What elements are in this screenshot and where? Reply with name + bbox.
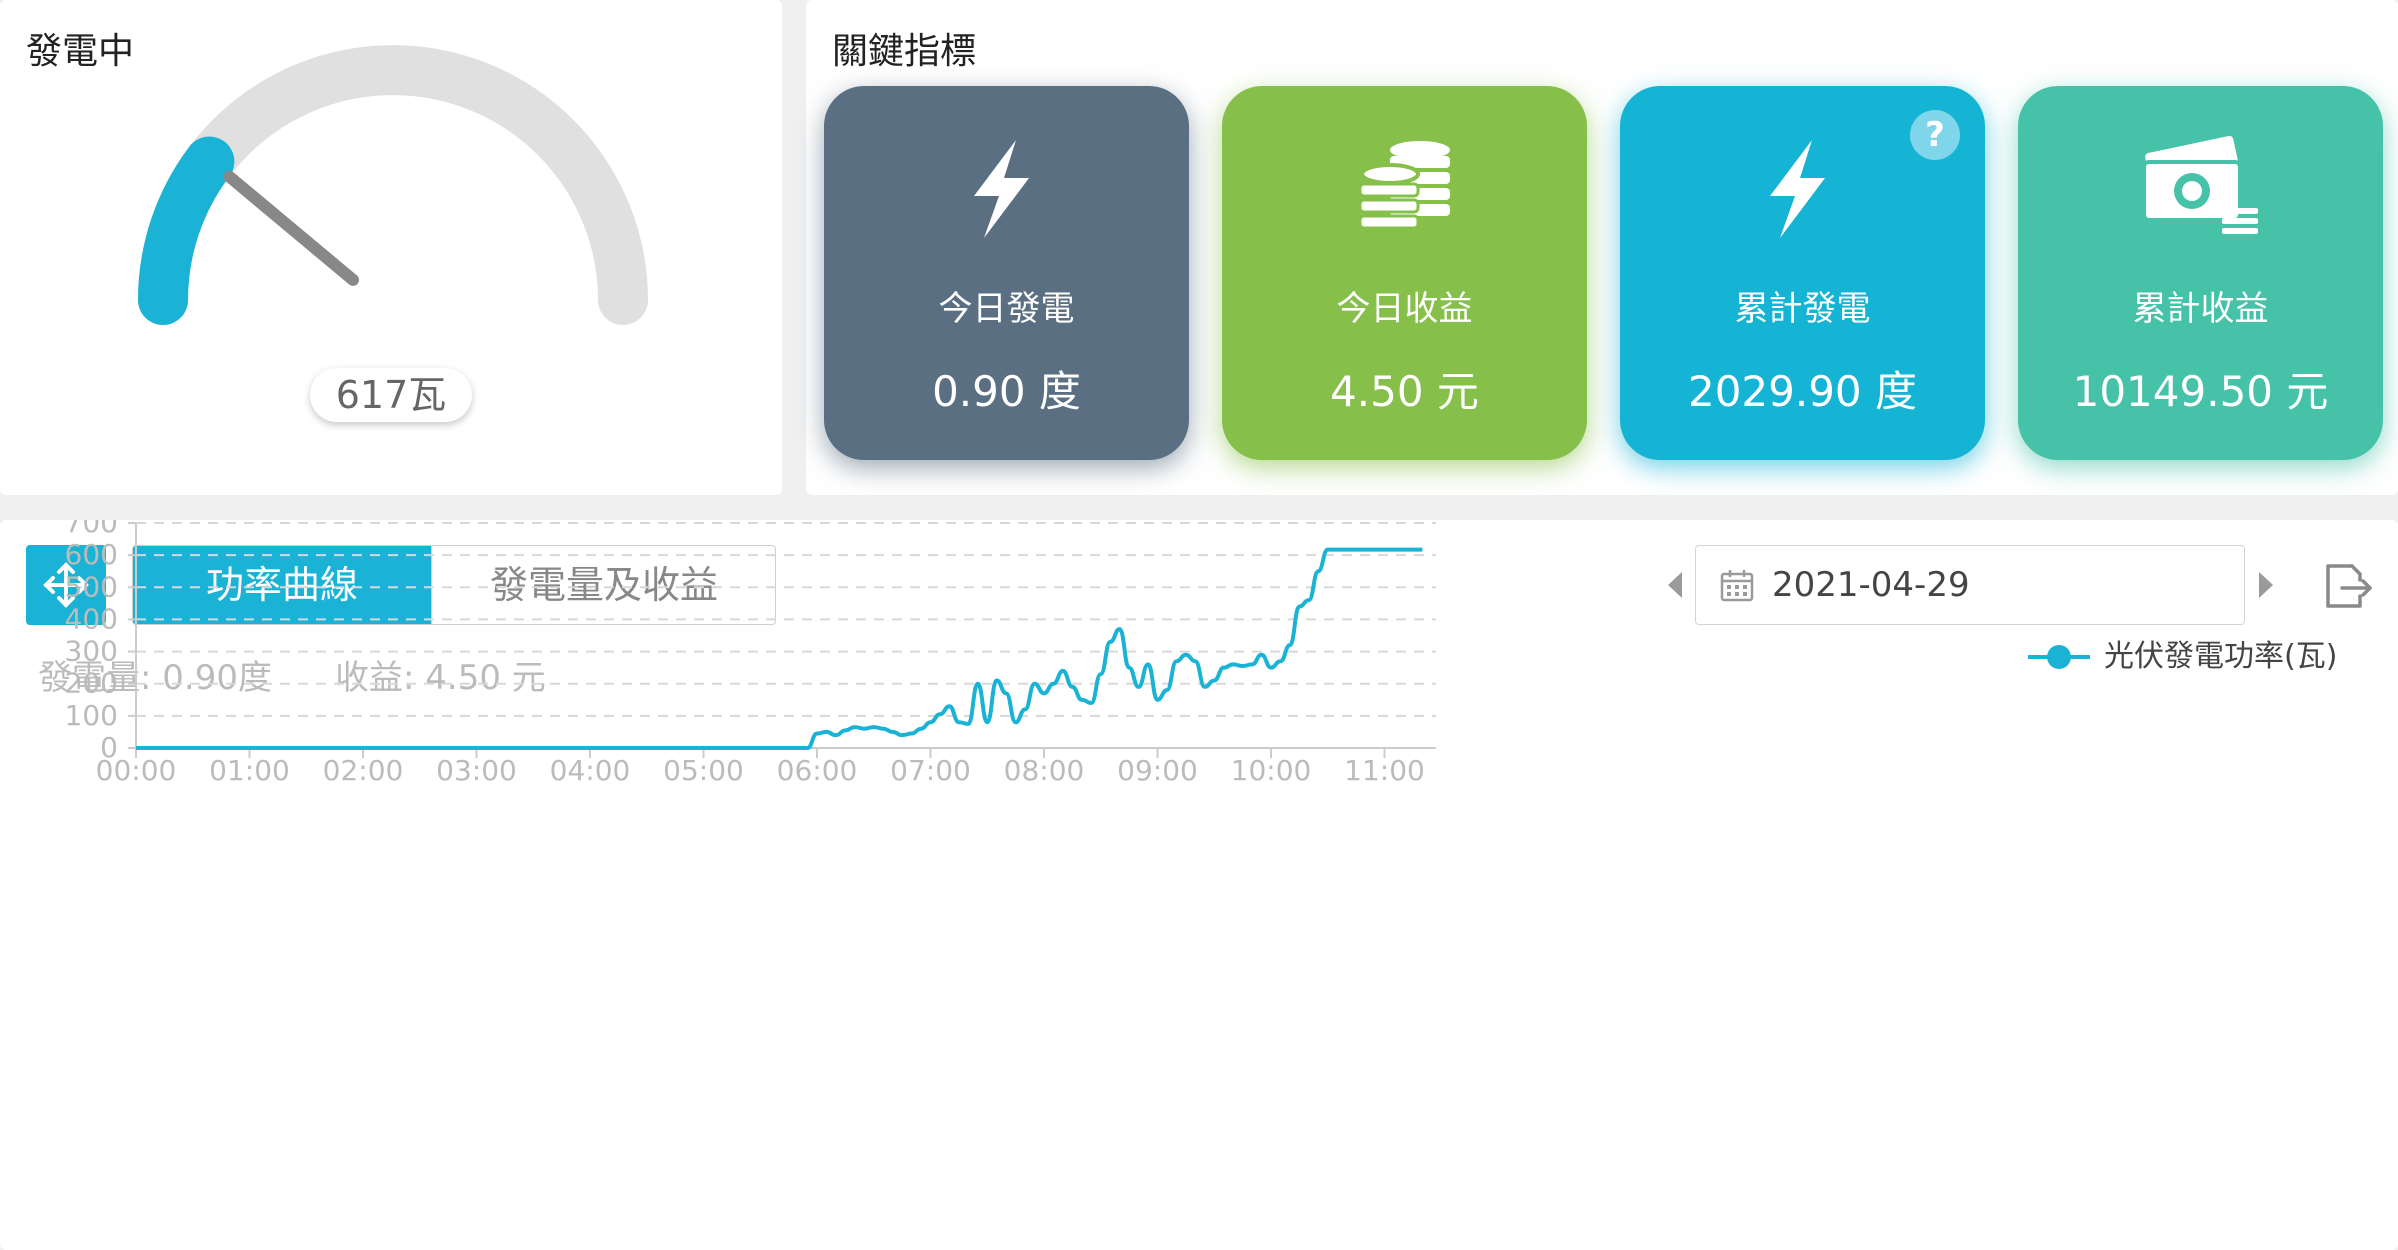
kpi-card-total-income: 累計收益 10149.50 元 (2018, 86, 2383, 460)
chart-panel: 功率曲線 發電量及收益 2021-04-29 發電量: 0.90度 收益: 4.… (0, 520, 2398, 1250)
x-tick-label: 01:00 (209, 754, 290, 787)
x-tick-label: 08:00 (1004, 754, 1085, 787)
series-line (136, 547, 1423, 750)
kpi-card-label: 今日發電 (938, 289, 1075, 329)
y-tick-label: 200 (65, 667, 118, 700)
y-tick-label: 600 (65, 538, 118, 571)
x-tick-label: 07:00 (890, 754, 971, 787)
y-tick-label: 300 (65, 635, 118, 668)
gauge-fill (138, 136, 235, 325)
kpi-title: 關鍵指標 (832, 31, 977, 72)
gauge-value-label: 617瓦 (310, 368, 472, 422)
lightning-icon (824, 134, 1189, 244)
x-tick-label: 00:00 (96, 754, 177, 787)
x-tick-label: 06:00 (777, 754, 858, 787)
kpi-card-today-energy: 今日發電 0.90 度 (824, 86, 1189, 460)
kpi-card-value: 10149.50 元 (2072, 367, 2329, 416)
y-tick-label: 400 (65, 602, 118, 635)
x-tick-label: 03:00 (436, 754, 517, 787)
kpi-card-value: 0.90 度 (932, 367, 1081, 416)
coins-icon (1222, 134, 1587, 244)
kpi-card-value: 2029.90 度 (1687, 367, 1918, 416)
x-tick-label: 02:00 (323, 754, 404, 787)
kpi-card-label: 累計發電 (1734, 289, 1871, 329)
x-tick-label: 05:00 (663, 754, 744, 787)
x-tick-label: 04:00 (550, 754, 631, 787)
gauge-panel: 發電中 617瓦 (0, 0, 782, 495)
y-tick-label: 700 (65, 520, 118, 539)
x-tick-label: 11:00 (1344, 754, 1425, 787)
kpi-card-today-income: 今日收益 4.50 元 (1222, 86, 1587, 460)
power-chart: 瓦700600500400300200100000:0001:0002:0003… (65, 520, 1436, 787)
y-tick-label: 100 (65, 699, 118, 732)
kpi-panel: 關鍵指標 今日發電 0.90 度 今日收益 4.50 元 ? 累計發電 2029… (806, 0, 2398, 495)
kpi-card-total-energy: ? 累計發電 2029.90 度 (1620, 86, 1985, 460)
money-icon (2018, 134, 2383, 244)
help-icon[interactable]: ? (1910, 110, 1960, 160)
x-tick-label: 09:00 (1117, 754, 1198, 787)
x-tick-label: 10:00 (1231, 754, 1312, 787)
kpi-card-label: 今日收益 (1336, 289, 1473, 329)
kpi-card-label: 累計收益 (2132, 289, 2269, 329)
y-tick-label: 500 (65, 570, 118, 603)
gauge-needle (223, 170, 360, 286)
kpi-card-value: 4.50 元 (1330, 367, 1479, 416)
